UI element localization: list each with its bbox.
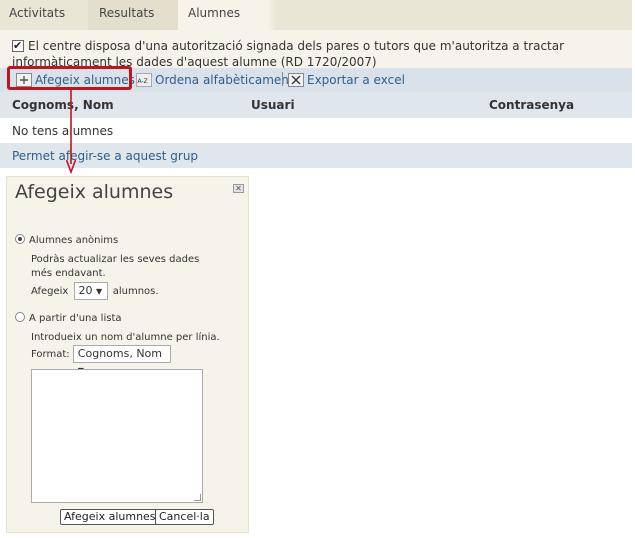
count-value: 20: [78, 284, 93, 297]
count-prefix: Afegeix: [31, 286, 69, 297]
export-excel-label: Exportar a excel: [307, 73, 405, 87]
annotation-arrow: [66, 90, 76, 174]
dialog-title: Afegeix alumnes: [15, 181, 174, 203]
format-label: Format:: [31, 349, 70, 360]
column-header-password[interactable]: Contrasenya: [489, 98, 574, 112]
students-table-header: Cognoms, Nom Usuari Contrasenya: [0, 92, 632, 118]
format-select[interactable]: Cognoms, Nom ▼: [72, 345, 171, 375]
format-value: Cognoms, Nom: [77, 347, 163, 360]
consent-checkbox[interactable]: [12, 38, 24, 54]
excel-icon: [288, 73, 304, 87]
sort-alpha-button[interactable]: A-Z Ordena alfabèticament: [136, 71, 294, 89]
svg-text:A-Z: A-Z: [138, 78, 148, 85]
count-row: Afegeix 20 ▼ alumnos.: [31, 282, 159, 300]
count-select[interactable]: 20 ▼: [73, 282, 108, 300]
table-footer: Permet afegir-se a aquest grup: [0, 143, 632, 168]
option-anonymous-desc: Podràs actualizar les seves dades més en…: [31, 254, 200, 279]
option-anonymous-label: Alumnes anònims: [29, 235, 119, 246]
consent-text: El centre disposa d'una autorització sig…: [12, 39, 565, 69]
format-row: Format: Cognoms, Nom ▼: [31, 345, 171, 375]
empty-message: No tens alumnes: [12, 124, 114, 138]
add-students-dialog: Afegeix alumnes ✕ Alumnes anònims Podràs…: [6, 176, 249, 533]
submit-add-students-button[interactable]: Afegeix alumnes: [60, 509, 160, 525]
table-row-empty: No tens alumnes: [0, 118, 632, 143]
radio-list[interactable]: [15, 312, 25, 322]
tab-activitats[interactable]: Activitats: [0, 0, 88, 30]
option-list-desc: Introdueix un nom d'alumne per línia.: [31, 332, 220, 343]
column-header-user[interactable]: Usuari: [251, 98, 295, 112]
column-header-name[interactable]: Cognoms, Nom: [12, 98, 114, 112]
sort-alpha-label: Ordena alfabèticament: [155, 73, 294, 87]
tab-alumnes[interactable]: Alumnes: [178, 0, 276, 30]
count-suffix: alumnos.: [112, 286, 159, 297]
student-list-textarea[interactable]: [31, 369, 203, 503]
sort-az-icon: A-Z: [136, 73, 152, 87]
close-icon[interactable]: ✕: [233, 184, 244, 193]
option-list-label: A partir d'una lista: [29, 313, 122, 324]
tab-bar: Activitats Resultats Alumnes: [0, 0, 632, 30]
option-list[interactable]: A partir d'una lista: [15, 312, 122, 326]
tab-resultats[interactable]: Resultats: [88, 0, 178, 30]
toolbar-divider: [282, 72, 283, 86]
allow-join-link[interactable]: Permet afegir-se a aquest grup: [12, 149, 198, 163]
option-anonymous[interactable]: Alumnes anònims: [15, 234, 118, 248]
export-excel-button[interactable]: Exportar a excel: [288, 71, 405, 89]
chevron-down-icon: ▼: [96, 287, 103, 296]
consent-panel: El centre disposa d'una autorització sig…: [0, 30, 632, 69]
cancel-button[interactable]: Cancel·la: [155, 509, 214, 525]
add-button-highlight: [7, 66, 132, 90]
radio-anonymous[interactable]: [15, 234, 25, 244]
